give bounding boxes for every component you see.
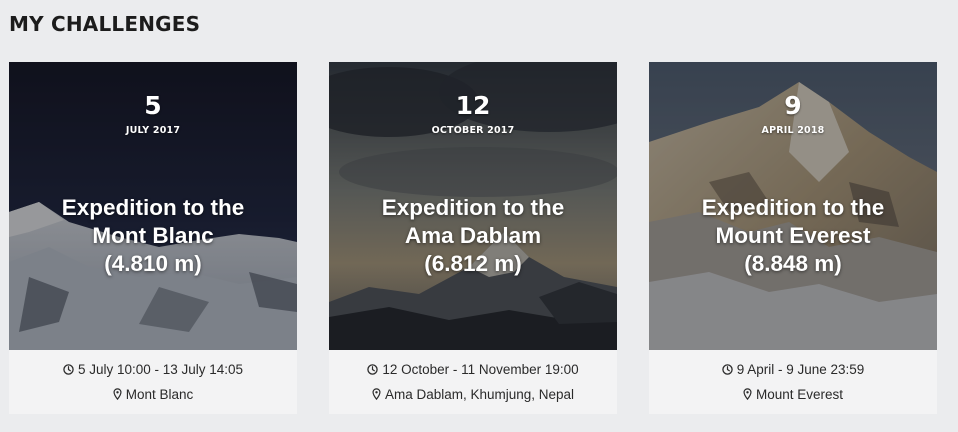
time-row: 9 April - 9 June 23:59 bbox=[649, 362, 937, 377]
event-day: 12 bbox=[455, 91, 491, 120]
time-range: 5 July 10:00 - 13 July 14:05 bbox=[77, 362, 244, 377]
event-day: 5 bbox=[144, 91, 162, 120]
page-title: MY CHALLENGES bbox=[9, 12, 201, 36]
location: Mount Everest bbox=[755, 387, 844, 402]
challenge-title-line: Expedition to the bbox=[61, 195, 245, 220]
challenge-card[interactable]: 9 APRIL 2018 Expedition to the Mount Eve… bbox=[649, 62, 937, 414]
time-range: 9 April - 9 June 23:59 bbox=[736, 362, 865, 377]
map-pin-icon bbox=[743, 388, 752, 400]
clock-icon bbox=[63, 364, 74, 375]
challenge-cards: 5 JULY 2017 Expedition to the Mont Blanc… bbox=[9, 62, 937, 414]
location: Mont Blanc bbox=[125, 387, 194, 402]
card-footer: 12 October - 11 November 19:00 Ama Dabla… bbox=[329, 350, 617, 414]
challenge-title: Expedition to the Mount Everest (8.848 m… bbox=[659, 194, 927, 278]
challenge-title-line: (6.812 m) bbox=[424, 251, 522, 276]
challenge-card[interactable]: 5 JULY 2017 Expedition to the Mont Blanc… bbox=[9, 62, 297, 414]
location-row: Mont Blanc bbox=[9, 387, 297, 402]
challenge-title-line: Mont Blanc bbox=[92, 223, 214, 248]
time-row: 5 July 10:00 - 13 July 14:05 bbox=[9, 362, 297, 377]
challenge-title-line: Expedition to the bbox=[701, 195, 885, 220]
card-footer: 5 July 10:00 - 13 July 14:05 Mont Blanc bbox=[9, 350, 297, 414]
challenge-title: Expedition to the Mont Blanc (4.810 m) bbox=[19, 194, 287, 278]
map-pin-icon bbox=[113, 388, 122, 400]
challenge-title: Expedition to the Ama Dablam (6.812 m) bbox=[339, 194, 607, 278]
challenge-image: 5 JULY 2017 Expedition to the Mont Blanc… bbox=[9, 62, 297, 350]
challenge-title-line: (4.810 m) bbox=[104, 251, 202, 276]
event-month-year: JULY 2017 bbox=[125, 125, 181, 136]
challenge-card[interactable]: 12 OCTOBER 2017 Expedition to the Ama Da… bbox=[329, 62, 617, 414]
location-row: Ama Dablam, Khumjung, Nepal bbox=[329, 387, 617, 402]
challenge-title-line: (8.848 m) bbox=[744, 251, 842, 276]
challenge-title-line: Ama Dablam bbox=[404, 223, 542, 248]
clock-icon bbox=[721, 364, 733, 375]
challenge-title-line: Expedition to the bbox=[381, 195, 565, 220]
challenge-title-line: Mount Everest bbox=[715, 223, 871, 248]
event-month-year: OCTOBER 2017 bbox=[431, 125, 515, 136]
card-footer: 9 April - 9 June 23:59 Mount Everest bbox=[649, 350, 937, 414]
clock-icon bbox=[367, 364, 379, 375]
location: Ama Dablam, Khumjung, Nepal bbox=[384, 387, 575, 402]
time-range: 12 October - 11 November 19:00 bbox=[382, 362, 579, 377]
event-day: 9 bbox=[784, 91, 802, 120]
map-pin-icon bbox=[372, 388, 381, 400]
challenge-image: 12 OCTOBER 2017 Expedition to the Ama Da… bbox=[329, 62, 617, 350]
location-row: Mount Everest bbox=[649, 387, 937, 402]
time-row: 12 October - 11 November 19:00 bbox=[329, 362, 617, 377]
event-month-year: APRIL 2018 bbox=[761, 125, 825, 136]
challenge-image: 9 APRIL 2018 Expedition to the Mount Eve… bbox=[649, 62, 937, 350]
